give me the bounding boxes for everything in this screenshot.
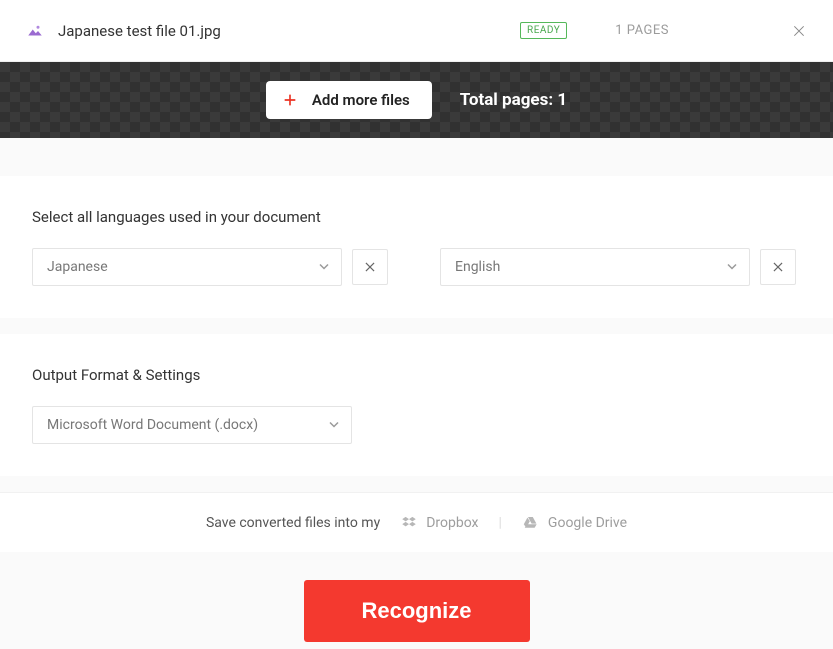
languages-row: Japanese English <box>32 248 801 286</box>
file-name: Japanese test file 01.jpg <box>58 22 221 40</box>
output-section: Output Format & Settings Microsoft Word … <box>0 334 833 476</box>
chevron-down-icon <box>727 264 737 271</box>
output-title: Output Format & Settings <box>32 366 801 384</box>
remove-file-button[interactable] <box>789 21 809 41</box>
total-pages-label: Total pages: 1 <box>460 90 567 110</box>
google-drive-icon <box>522 514 540 532</box>
language-value-2: English <box>455 259 500 275</box>
output-format-select[interactable]: Microsoft Word Document (.docx) <box>32 406 352 444</box>
remove-language-1-button[interactable] <box>352 249 388 285</box>
remove-language-2-button[interactable] <box>760 249 796 285</box>
google-drive-link[interactable]: Google Drive <box>522 514 627 532</box>
file-thumb-icon <box>24 20 46 42</box>
language-group-1: Japanese <box>32 248 388 286</box>
language-select-1[interactable]: Japanese <box>32 248 342 286</box>
dropbox-icon <box>400 514 418 532</box>
dropbox-label: Dropbox <box>426 515 478 531</box>
google-drive-label: Google Drive <box>548 515 627 531</box>
recognize-button[interactable]: Recognize <box>304 580 530 642</box>
language-group-2: English <box>440 248 796 286</box>
language-value-1: Japanese <box>47 259 108 275</box>
languages-title: Select all languages used in your docume… <box>32 208 801 226</box>
dropbox-link[interactable]: Dropbox <box>400 514 478 532</box>
divider: | <box>499 515 502 531</box>
add-more-files-label: Add more files <box>312 91 410 109</box>
pages-count: 1 PAGES <box>615 23 669 38</box>
upload-toolbar: Add more files Total pages: 1 <box>0 62 833 138</box>
recognize-wrap: Recognize <box>0 552 833 642</box>
status-badge: READY <box>520 22 567 39</box>
language-select-2[interactable]: English <box>440 248 750 286</box>
plus-icon <box>282 92 298 108</box>
output-format-value: Microsoft Word Document (.docx) <box>47 417 258 433</box>
chevron-down-icon <box>329 422 339 429</box>
chevron-down-icon <box>319 264 329 271</box>
file-row: Japanese test file 01.jpg READY 1 PAGES <box>0 0 833 62</box>
save-prompt: Save converted files into my <box>206 515 380 531</box>
add-more-files-button[interactable]: Add more files <box>266 81 432 119</box>
save-destinations-row: Save converted files into my Dropbox | G… <box>0 492 833 552</box>
languages-section: Select all languages used in your docume… <box>0 176 833 318</box>
